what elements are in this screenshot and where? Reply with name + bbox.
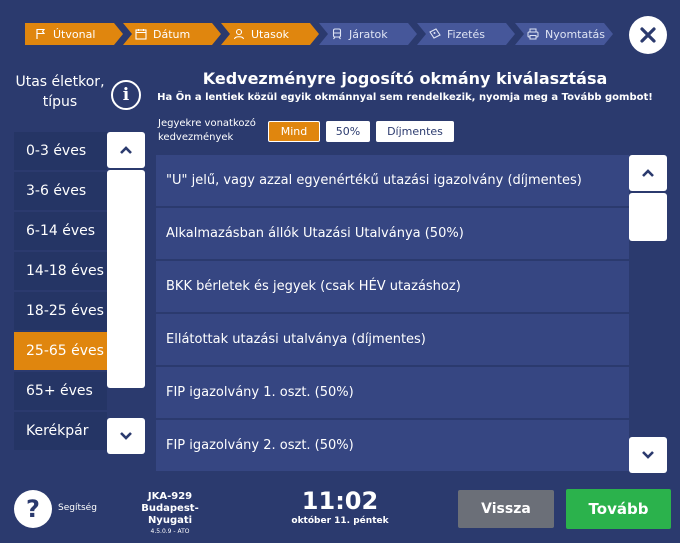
station-name: Budapest-Nyugati	[141, 503, 199, 526]
age-list: 0-3 éves 3-6 éves 6-14 éves 14-18 éves 1…	[14, 132, 107, 452]
document-item[interactable]: BKK bérletek és jegyek (csak HÉV utazásh…	[156, 261, 629, 312]
step-utasok[interactable]: Utasok	[221, 23, 319, 45]
step-jaratok: Járatok	[319, 23, 417, 45]
document-list: "U" jelű, vagy azzal egyenértékű utazási…	[156, 155, 629, 473]
chevron-down-icon	[642, 451, 654, 459]
step-fizetes: Fizetés	[417, 23, 515, 45]
close-icon	[640, 27, 656, 43]
station-code: JKA-929	[147, 491, 193, 502]
info-button[interactable]: i	[111, 80, 141, 110]
age-item-3-6[interactable]: 3-6 éves	[14, 172, 107, 210]
chevron-down-icon	[120, 432, 132, 440]
filter-label: Jegyekre vonatkozó kedvezmények	[158, 118, 256, 143]
chevron-up-icon	[120, 146, 132, 154]
passenger-type-title: Utas életkor, típus	[15, 74, 105, 110]
clock-time: 11:02	[301, 487, 379, 515]
help-icon: ?	[26, 495, 40, 523]
step-utvonal[interactable]: Útvonal	[25, 23, 123, 45]
filter-50-button[interactable]: 50%	[326, 121, 370, 142]
clock: 11:02 október 11. péntek	[280, 487, 400, 528]
back-button[interactable]: Vissza	[458, 490, 554, 528]
age-item-14-18[interactable]: 14-18 éves	[14, 252, 107, 290]
step-label: Utasok	[251, 27, 289, 41]
document-item[interactable]: Alkalmazásban állók Utazási Utalványa (5…	[156, 208, 629, 259]
age-item-18-25[interactable]: 18-25 éves	[14, 292, 107, 330]
info-icon: i	[122, 85, 130, 105]
page-subtitle: Ha Ön a lentiek közül egyik okmánnyal se…	[157, 92, 653, 103]
printer-icon	[527, 28, 539, 40]
step-datum[interactable]: Dátum	[123, 23, 221, 45]
filter-free-button[interactable]: Díjmentes	[376, 121, 454, 142]
user-icon	[233, 28, 245, 40]
age-item-0-3[interactable]: 0-3 éves	[14, 132, 107, 170]
chevron-up-icon	[642, 169, 654, 177]
progress-steps: Útvonal Dátum Utasok Járatok Fizetés Nyo…	[25, 23, 613, 45]
software-version: 4.5.0.9 - ATO	[150, 528, 190, 535]
filter-all-button[interactable]: Mind	[268, 121, 320, 142]
step-label: Fizetés	[447, 27, 485, 41]
step-label: Járatok	[349, 27, 388, 41]
station-info: JKA-929 Budapest-Nyugati 4.5.0.9 - ATO	[130, 491, 210, 537]
next-button[interactable]: Tovább	[566, 489, 671, 529]
age-item-bicycle[interactable]: Kerékpár	[14, 412, 107, 450]
age-scroll-up-button[interactable]	[107, 132, 145, 168]
age-scrollbar[interactable]	[107, 132, 145, 454]
document-item[interactable]: Ellátottak utazási utalványa (díjmentes)	[156, 314, 629, 365]
page-title: Kedvezményre jogosító okmány kiválasztás…	[202, 69, 608, 88]
document-scroll-down-button[interactable]	[629, 437, 667, 473]
document-item[interactable]: FIP igazolvány 2. oszt. (50%)	[156, 420, 629, 471]
step-nyomtatas: Nyomtatás	[515, 23, 613, 45]
step-label: Dátum	[153, 27, 191, 41]
age-item-25-65[interactable]: 25-65 éves	[14, 332, 107, 370]
age-item-6-14[interactable]: 6-14 éves	[14, 212, 107, 250]
age-scroll-thumb[interactable]	[107, 170, 145, 388]
close-button[interactable]	[629, 16, 667, 54]
step-label: Útvonal	[53, 27, 96, 41]
clock-date: október 11. péntek	[291, 516, 389, 526]
document-scrollbar[interactable]	[629, 155, 667, 473]
train-icon	[331, 28, 343, 40]
document-item[interactable]: FIP igazolvány 1. oszt. (50%)	[156, 367, 629, 418]
help-button[interactable]: ?	[14, 490, 52, 528]
age-item-65-plus[interactable]: 65+ éves	[14, 372, 107, 410]
age-scroll-down-button[interactable]	[107, 418, 145, 454]
step-label: Nyomtatás	[545, 27, 606, 41]
flag-icon	[35, 28, 47, 40]
calendar-icon	[135, 28, 147, 40]
document-scroll-thumb[interactable]	[629, 193, 667, 241]
help-label: Segítség	[58, 503, 97, 513]
document-item[interactable]: "U" jelű, vagy azzal egyenértékű utazási…	[156, 155, 629, 206]
ticket-icon	[429, 28, 441, 40]
document-scroll-up-button[interactable]	[629, 155, 667, 191]
